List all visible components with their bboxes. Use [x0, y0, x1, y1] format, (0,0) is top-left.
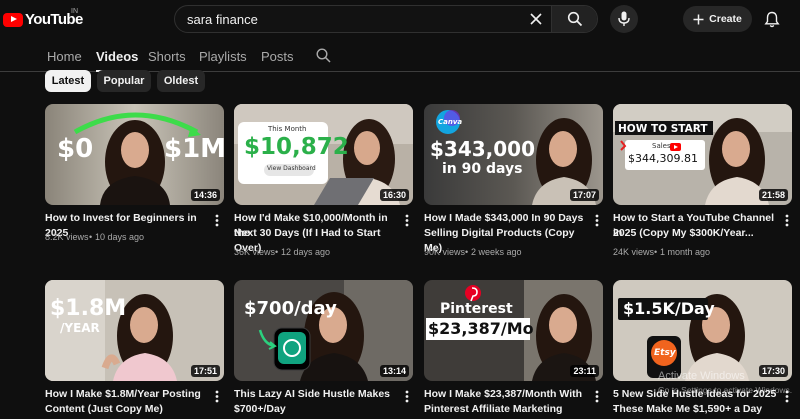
bell-icon	[764, 11, 780, 27]
meta-separator: •	[654, 247, 658, 257]
thumbnail-text: $1.8M	[50, 296, 127, 321]
thumbnail-text: Sales	[652, 142, 671, 150]
notifications-button[interactable]	[762, 9, 782, 29]
activation-watermark: Activate Windows	[658, 370, 745, 382]
video-age: 2 weeks ago	[471, 247, 522, 257]
activation-watermark-subtitle: Go to Settings to activate Windows.	[658, 385, 793, 395]
video-title[interactable]: $700+/Day	[234, 402, 399, 417]
video-thumbnail[interactable]: $1.5K/Day Etsy 17:30	[613, 280, 792, 381]
thumbnail-text: $343,000	[430, 137, 536, 161]
chip-popular[interactable]: Popular	[97, 70, 151, 92]
tab-home[interactable]: Home	[47, 49, 82, 64]
video-thumbnail[interactable]: HOW TO START Sales $344,309.81 21:58	[613, 104, 792, 205]
video-title[interactable]: How I Make $1.8M/Year Posting	[45, 387, 210, 402]
duration-badge: 23:11	[570, 365, 599, 377]
video-title[interactable]: How I Made $343,000 In 90 Days	[424, 211, 589, 226]
meta-separator: •	[275, 247, 279, 257]
video-thumbnail[interactable]: This Month $10,872 View Dashboard 16:30	[234, 104, 413, 205]
duration-badge: 13:14	[379, 365, 409, 377]
clear-icon[interactable]	[521, 6, 551, 32]
thumbnail-text: View Dashboard	[267, 165, 316, 172]
meta-separator: •	[465, 247, 469, 257]
more-vert-icon[interactable]	[403, 389, 411, 403]
thumbnail-text: $1M	[164, 134, 224, 164]
meta-separator: •	[89, 232, 93, 242]
thumbnail-text: in 90 days	[442, 161, 523, 177]
etsy-logo: Etsy	[654, 348, 676, 358]
video-views: 24K views	[613, 247, 655, 257]
video-title[interactable]: How I Make $23,387/Month With	[424, 387, 589, 402]
country-code: IN	[71, 8, 78, 15]
video-age: 10 days ago	[95, 232, 145, 242]
video-age: 12 days ago	[281, 247, 331, 257]
video-title[interactable]: This Lazy AI Side Hustle Makes	[234, 387, 399, 402]
video-views: 36K views	[234, 247, 276, 257]
tab-posts[interactable]: Posts	[261, 49, 294, 64]
duration-badge: 21:58	[758, 189, 788, 201]
more-vert-icon[interactable]	[403, 213, 411, 227]
plus-icon	[693, 14, 704, 24]
tab-playlists[interactable]: Playlists	[199, 49, 247, 64]
video-views: 90K views	[424, 247, 466, 257]
duration-badge: 16:30	[379, 189, 409, 201]
video-thumbnail[interactable]: Pinterest $23,387/Mo 23:11	[424, 280, 603, 381]
search-box	[174, 5, 598, 33]
channel-tabs: Home Videos Shorts Playlists Posts	[0, 39, 800, 72]
create-label: Create	[709, 13, 742, 25]
chip-oldest[interactable]: Oldest	[157, 70, 205, 92]
more-vert-icon[interactable]	[213, 389, 221, 403]
thumbnail-text: Pinterest	[440, 301, 513, 317]
microphone-icon	[618, 11, 630, 26]
thumbnail-text: $23,387/Mo	[428, 319, 534, 338]
video-title[interactable]: Content (Just Copy Me)	[45, 402, 210, 417]
duration-badge: 14:36	[190, 189, 220, 201]
duration-badge: 17:51	[190, 365, 220, 377]
search-button[interactable]	[551, 6, 597, 32]
more-vert-icon[interactable]	[593, 213, 601, 227]
canva-logo: Canva	[438, 118, 463, 126]
video-views: 8.2K views	[45, 232, 89, 242]
video-thumbnail[interactable]: $0 $1M 14:36	[45, 104, 224, 205]
more-vert-icon[interactable]	[593, 389, 601, 403]
youtube-logo-icon	[3, 12, 23, 27]
video-title[interactable]: These Make Me $1,590+ a Day	[613, 402, 778, 417]
video-thumbnail[interactable]: $1.8M /YEAR 17:51	[45, 280, 224, 381]
create-button[interactable]: Create	[683, 6, 752, 32]
video-thumbnail[interactable]: $700/day 13:14	[234, 280, 413, 381]
thumbnail-text: $10,872	[244, 134, 349, 160]
chip-latest[interactable]: Latest	[45, 70, 91, 92]
thumbnail-text: This Month	[268, 125, 307, 133]
thumbnail-text: $700/day	[244, 298, 337, 319]
thumbnail-text: $1.5K/Day	[623, 299, 715, 318]
video-title[interactable]: Pinterest Affiliate Marketing (New...	[424, 402, 589, 419]
video-age: 1 month ago	[660, 247, 711, 257]
duration-badge: 17:30	[758, 365, 788, 377]
thumbnail-text: HOW TO START	[618, 123, 708, 135]
search-input[interactable]	[175, 6, 521, 32]
channel-search-icon[interactable]	[316, 48, 331, 68]
thumbnail-text: $344,309.81	[628, 152, 698, 165]
video-thumbnail[interactable]: Canva $343,000 in 90 days 17:07	[424, 104, 603, 205]
search-icon	[567, 11, 582, 27]
voice-search-button[interactable]	[610, 5, 638, 33]
thumbnail-text: /YEAR	[60, 321, 100, 335]
more-vert-icon[interactable]	[783, 213, 791, 227]
video-title[interactable]: 2025 (Copy My $300K/Year...	[613, 226, 778, 241]
more-vert-icon[interactable]	[213, 213, 221, 227]
masthead: YouTube IN Create	[0, 0, 800, 38]
tab-shorts[interactable]: Shorts	[148, 49, 186, 64]
tab-videos[interactable]: Videos	[96, 49, 138, 64]
thumbnail-text: $0	[57, 134, 94, 164]
duration-badge: 17:07	[569, 189, 599, 201]
